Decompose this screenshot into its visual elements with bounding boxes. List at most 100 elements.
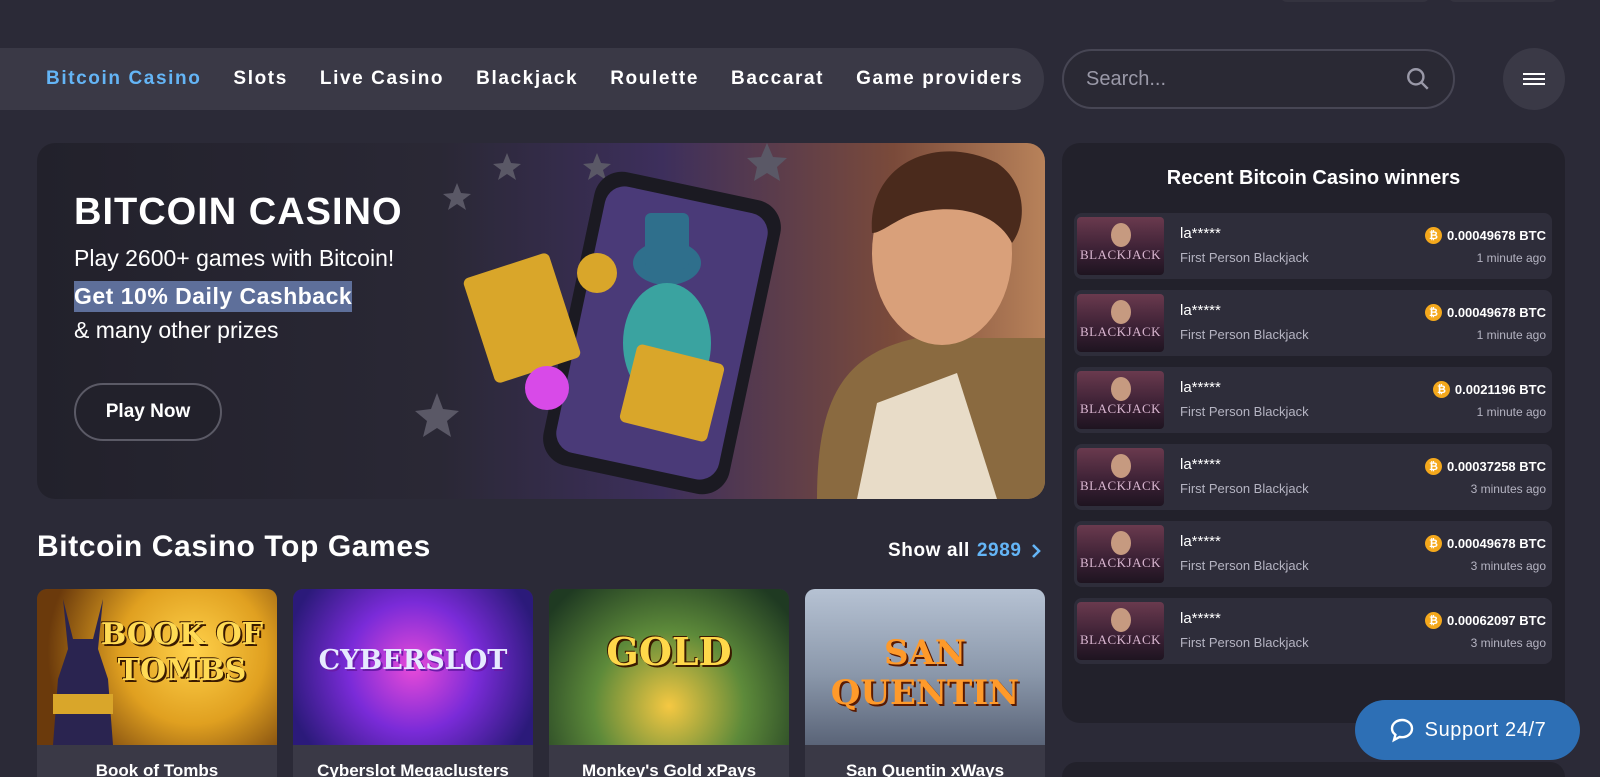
game-thumb-label: BLACKJACK (1079, 632, 1162, 647)
recent-winners-panel: Recent Bitcoin Casino winners BLACKJACK … (1062, 143, 1565, 723)
winner-time: 1 minute ago (1476, 328, 1546, 342)
game-thumbnail: CYBERSLOT (293, 589, 533, 745)
bitcoin-icon: ₿ (1424, 612, 1442, 629)
winners-title: Recent Bitcoin Casino winners (1166, 167, 1461, 189)
hero-illustration (415, 143, 1045, 499)
game-thumbnail: BLACKJACK (1077, 217, 1164, 275)
bitcoin-icon: ₿ (1432, 381, 1450, 398)
winner-time: 1 minute ago (1476, 251, 1546, 265)
top-games-title: Bitcoin Casino Top Games (37, 530, 431, 563)
winner-row[interactable]: BLACKJACK la***** First Person Blackjack… (1074, 367, 1552, 433)
winner-amount: ₿ 0.00062097 BTC (1424, 612, 1546, 629)
game-thumb-label: BLACKJACK (1079, 555, 1162, 570)
play-now-button[interactable]: Play Now (74, 383, 222, 441)
amount-value: 0.00049678 BTC (1446, 228, 1546, 243)
hero-subtitle: Play 2600+ games with Bitcoin! (74, 245, 395, 271)
nav-item-blackjack[interactable]: Blackjack (476, 68, 578, 90)
show-all-label: Show all (888, 540, 970, 561)
winner-username: la***** (1180, 533, 1221, 550)
game-name: Cyberslot Megaclusters (317, 761, 509, 777)
game-thumbnail: BLACKJACK (1077, 371, 1164, 429)
winner-game: First Person Blackjack (1180, 250, 1309, 265)
winner-username: la***** (1180, 610, 1221, 627)
game-thumb-label: BLACKJACK (1079, 401, 1162, 416)
nav-item-live-casino[interactable]: Live Casino (320, 68, 444, 90)
search-box (1062, 49, 1455, 109)
amount-value: 0.00049678 BTC (1446, 305, 1546, 320)
game-thumbnail: BLACKJACK (1077, 525, 1164, 583)
winner-row[interactable]: BLACKJACK la***** First Person Blackjack… (1074, 213, 1552, 279)
winner-username: la***** (1180, 456, 1221, 473)
nav-item-bitcoin-casino[interactable]: Bitcoin Casino (46, 68, 201, 90)
show-all-count: 2989 (976, 540, 1022, 561)
winner-amount: ₿ 0.00049678 BTC (1424, 304, 1546, 321)
winner-time: 3 minutes ago (1470, 559, 1546, 573)
chat-bubble-icon (1390, 718, 1413, 743)
game-thumbnail: BLACKJACK (1077, 602, 1164, 660)
search-icon[interactable] (1405, 66, 1431, 92)
amount-value: 0.00062097 BTC (1446, 613, 1546, 628)
amount-value: 0.0021196 BTC (1454, 382, 1546, 397)
chevron-right-icon (1031, 544, 1041, 558)
game-thumbnail: BOOK OF TOMBS (37, 589, 277, 745)
game-name: Monkey's Gold xPays (581, 761, 757, 777)
winner-game: First Person Blackjack (1180, 404, 1309, 419)
nav-item-game-providers[interactable]: Game providers (856, 68, 1023, 90)
game-thumb-title: CYBERSLOT (318, 645, 508, 676)
top-strip (0, 0, 1600, 30)
winner-game: First Person Blackjack (1180, 635, 1309, 650)
winner-row[interactable]: BLACKJACK la***** First Person Blackjack… (1074, 598, 1552, 664)
winner-time: 1 minute ago (1476, 405, 1546, 419)
hero-title: BITCOIN CASINO (74, 191, 403, 233)
main-nav: Bitcoin Casino Slots Live Casino Blackja… (0, 48, 1044, 110)
game-thumbnail: GOLD (549, 589, 789, 745)
search-input[interactable] (1086, 67, 1405, 91)
winner-amount: ₿ 0.00037258 BTC (1424, 458, 1546, 475)
game-name: San Quentin xWays (845, 761, 1005, 777)
winner-amount: ₿ 0.00049678 BTC (1424, 227, 1546, 244)
game-thumb-title: SAN QUENTIN (830, 633, 1020, 713)
winner-username: la***** (1180, 379, 1221, 396)
bitcoin-icon: ₿ (1424, 227, 1442, 244)
game-thumb-title: GOLD (606, 629, 732, 674)
winner-game: First Person Blackjack (1180, 327, 1309, 342)
support-label: Support 24/7 (1424, 718, 1547, 741)
game-card-san-quentin-xways[interactable]: SAN QUENTIN San Quentin xWays (805, 589, 1045, 777)
winner-amount: ₿ 0.0021196 BTC (1432, 381, 1546, 398)
bitcoin-icon: ₿ (1424, 304, 1442, 321)
game-card-monkeys-gold-xpays[interactable]: GOLD Monkey's Gold xPays (549, 589, 789, 777)
winner-time: 3 minutes ago (1470, 482, 1546, 496)
game-thumbnail: BLACKJACK (1077, 294, 1164, 352)
nav-item-baccarat[interactable]: Baccarat (731, 68, 824, 90)
winner-username: la***** (1180, 302, 1221, 319)
game-thumb-label: BLACKJACK (1079, 247, 1162, 262)
hero-cashback-highlight: Get 10% Daily Cashback (74, 281, 353, 312)
game-thumbnail: BLACKJACK (1077, 448, 1164, 506)
game-thumbnail: SAN QUENTIN (805, 589, 1045, 745)
winner-username: la***** (1180, 225, 1221, 242)
game-card-cyberslot-megaclusters[interactable]: CYBERSLOT Cyberslot Megaclusters (293, 589, 533, 777)
nav-item-slots[interactable]: Slots (233, 68, 287, 90)
hamburger-icon (1523, 70, 1545, 88)
nav-item-roulette[interactable]: Roulette (610, 68, 699, 90)
winner-row[interactable]: BLACKJACK la***** First Person Blackjack… (1074, 290, 1552, 356)
game-thumb-label: BLACKJACK (1079, 478, 1162, 493)
winner-row[interactable]: BLACKJACK la***** First Person Blackjack… (1074, 444, 1552, 510)
winner-game: First Person Blackjack (1180, 481, 1309, 496)
hamburger-menu-button[interactable] (1503, 48, 1565, 110)
hero-prizes-text: & many other prizes (74, 317, 279, 343)
bottom-card (1062, 762, 1565, 777)
winner-time: 3 minutes ago (1470, 636, 1546, 650)
game-card-book-of-tombs[interactable]: BOOK OF TOMBS Book of Tombs (37, 589, 277, 777)
winner-row[interactable]: BLACKJACK la***** First Person Blackjack… (1074, 521, 1552, 587)
winner-game: First Person Blackjack (1180, 558, 1309, 573)
anubis-figure (53, 599, 113, 745)
support-chat-button[interactable]: Support 24/7 (1355, 700, 1580, 760)
winner-amount: ₿ 0.00049678 BTC (1424, 535, 1546, 552)
game-thumb-label: BLACKJACK (1079, 324, 1162, 339)
show-all-link[interactable]: Show all 2989 (888, 540, 1042, 562)
bitcoin-icon: ₿ (1424, 535, 1442, 552)
hero-banner: BITCOIN CASINO Play 2600+ games with Bit… (37, 143, 1045, 499)
game-name: Book of Tombs (95, 761, 219, 777)
amount-value: 0.00049678 BTC (1446, 536, 1546, 551)
